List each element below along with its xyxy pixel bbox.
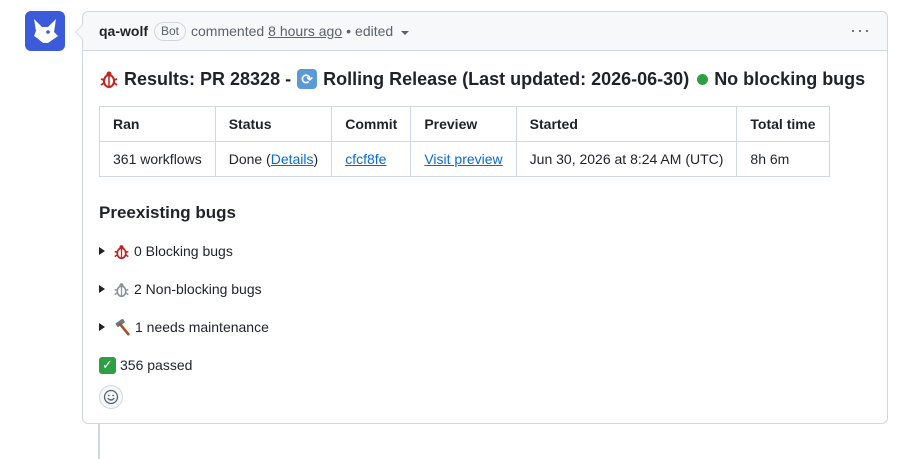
blocking-bugs-label: 0 Blocking bugs: [134, 243, 233, 259]
preexisting-bugs-heading: Preexisting bugs: [99, 203, 236, 222]
results-heading: Results: PR 28328 - ⟳ Rolling Release (L…: [99, 67, 871, 91]
cell-started: Jun 30, 2026 at 8:24 AM (UTC): [515, 141, 738, 177]
status-label: No blocking bugs: [714, 68, 866, 89]
commit-link[interactable]: cfcf8fe: [345, 151, 386, 167]
passed-label: 356 passed: [120, 357, 193, 373]
details-link[interactable]: Details: [271, 151, 314, 167]
comment-action: commented: [191, 23, 265, 39]
timeline-line: [98, 424, 100, 459]
disclosure-triangle-icon: [99, 247, 105, 255]
cell-commit: cfcf8fe: [331, 141, 412, 177]
header-status: Status: [214, 106, 333, 142]
disclosure-triangle-icon: [99, 285, 105, 293]
comment-header: qa-wolf Bot commented 8 hours ago • edit…: [83, 12, 887, 51]
check-mark-icon: ✓: [99, 356, 116, 374]
comment-body: Results: PR 28328 - ⟳ Rolling Release (L…: [83, 67, 887, 375]
hammer-icon: [115, 318, 130, 336]
disclosure-triangle-icon: [99, 323, 105, 331]
comment-card: qa-wolf Bot commented 8 hours ago • edit…: [75, 11, 888, 424]
bug-red-icon: [114, 244, 129, 259]
results-prefix: Results: PR 28328 -: [124, 68, 292, 89]
needs-maintenance-label: 1 needs maintenance: [135, 319, 269, 335]
edited-label: edited: [355, 23, 394, 39]
avatar[interactable]: [25, 11, 65, 51]
header-commit: Commit: [331, 106, 412, 142]
passed-row: ✓ 356 passed: [99, 355, 871, 375]
bot-badge: Bot: [154, 21, 187, 41]
green-status-icon: [697, 73, 709, 85]
wolf-logo-icon: [34, 19, 58, 43]
cell-status: Done (Details): [214, 141, 333, 177]
cell-preview: Visit preview: [410, 141, 517, 177]
edited-dropdown[interactable]: edited: [355, 23, 410, 39]
smiley-icon: [103, 389, 119, 405]
non-blocking-bugs-label: 2 Non-blocking bugs: [134, 281, 262, 297]
sync-icon: ⟳: [297, 69, 318, 89]
details-non-blocking-bugs[interactable]: 2 Non-blocking bugs: [99, 279, 871, 299]
kebab-menu-icon[interactable]: ···: [850, 20, 871, 41]
release-label: Rolling Release (Last updated: 2026-06-3…: [323, 68, 690, 89]
bug-gray-icon: [114, 282, 129, 297]
status-prefix: Done (: [228, 151, 271, 167]
table-row: 361 workflows Done (Details) cfcf8fe Vis…: [99, 141, 830, 177]
timestamp-link[interactable]: 8 hours ago: [268, 23, 342, 39]
page: qa-wolf Bot commented 8 hours ago • edit…: [0, 0, 907, 459]
add-reaction-button[interactable]: [99, 385, 123, 409]
chevron-down-icon: [401, 30, 410, 35]
bug-red-icon: [100, 71, 118, 88]
separator: •: [346, 23, 352, 39]
header-started: Started: [515, 106, 738, 142]
header-preview: Preview: [410, 106, 517, 142]
table-header-row: Ran Status Commit Preview Started Total …: [99, 106, 830, 142]
details-needs-maintenance[interactable]: 1 needs maintenance: [99, 317, 871, 337]
status-suffix: ): [313, 151, 319, 167]
visit-preview-link[interactable]: Visit preview: [424, 151, 502, 167]
header-total-time: Total time: [736, 106, 830, 142]
header-ran: Ran: [99, 106, 216, 142]
results-table: Ran Status Commit Preview Started Total …: [99, 106, 830, 177]
cell-ran: 361 workflows: [99, 141, 216, 177]
details-blocking-bugs[interactable]: 0 Blocking bugs: [99, 241, 871, 261]
bug-details-list: 0 Blocking bugs 2 Non-blocking bugs 1 ne…: [99, 241, 871, 375]
author-link[interactable]: qa-wolf: [99, 23, 148, 39]
cell-total-time: 8h 6m: [736, 141, 830, 177]
